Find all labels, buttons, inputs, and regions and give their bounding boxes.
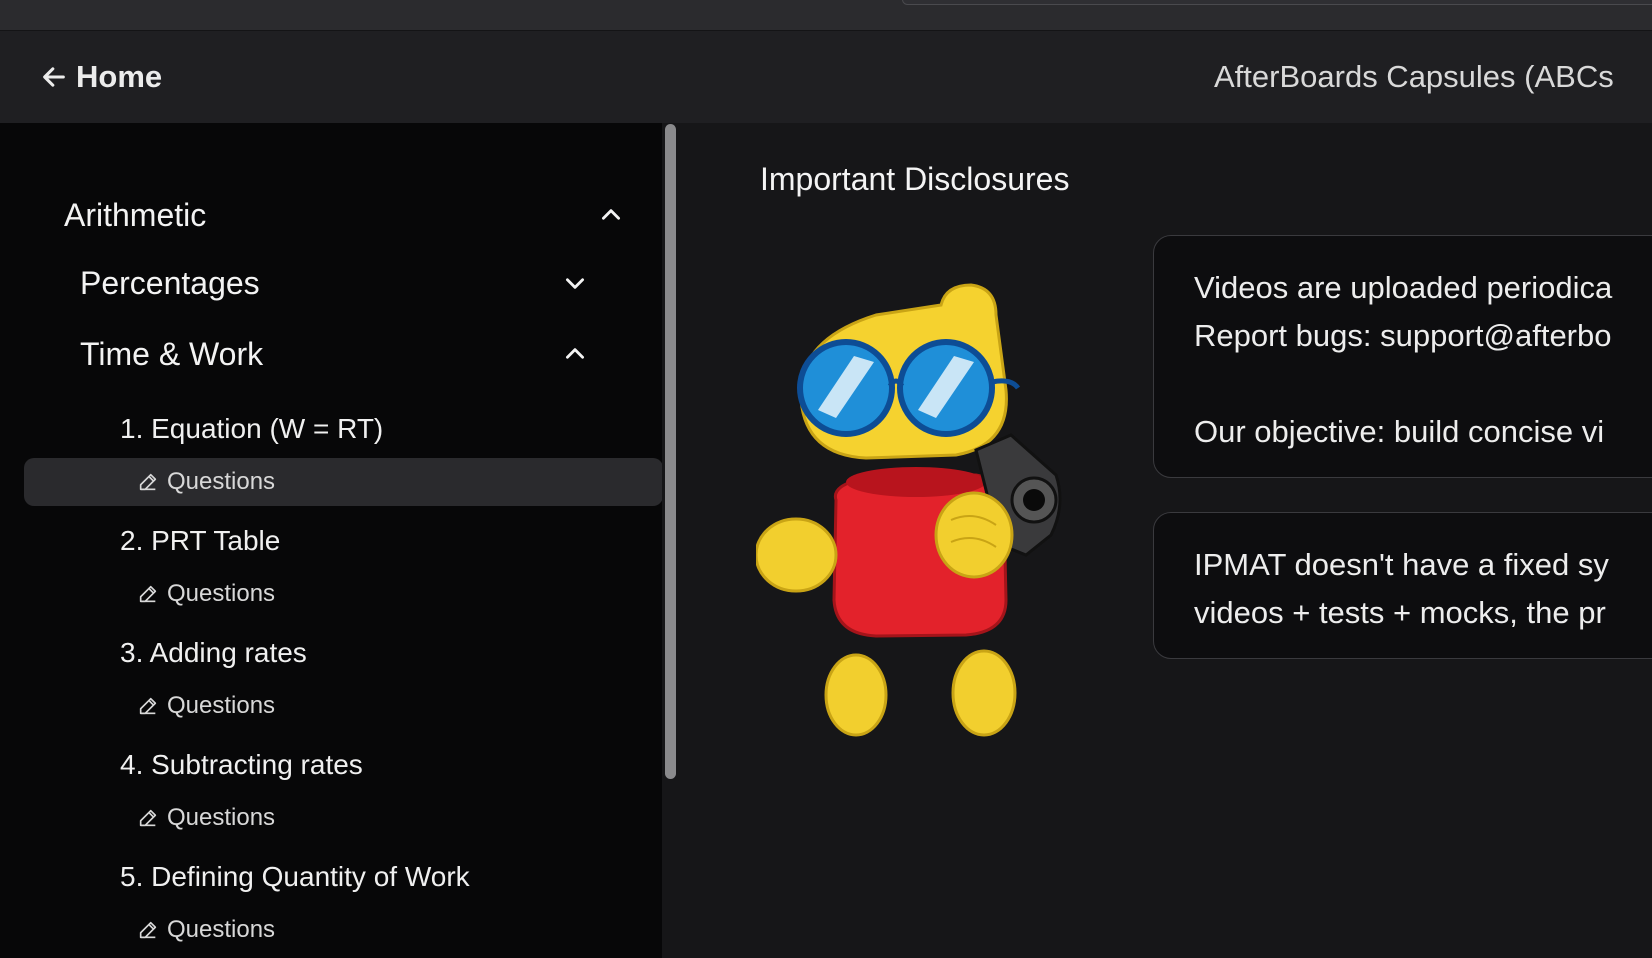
arrow-left-icon — [43, 67, 65, 87]
disclosure-card: IPMAT doesn't have a fixed sy videos + t… — [1153, 512, 1652, 659]
disclosure-card: Videos are uploaded periodica Report bug… — [1153, 235, 1652, 478]
subsection-percentages[interactable]: Percentages — [80, 261, 588, 305]
questions-label: Questions — [167, 580, 276, 607]
section-label: Arithmetic — [64, 196, 207, 233]
chevron-up-icon — [602, 209, 620, 220]
browser-top-strip — [0, 0, 1652, 31]
pencil-icon — [139, 473, 157, 491]
lesson-item[interactable]: 1. Equation (W = RT) — [120, 409, 383, 449]
card-line: videos + tests + mocks, the pr — [1194, 595, 1606, 630]
pencil-icon — [139, 697, 157, 715]
lesson-questions-link[interactable]: Questions — [24, 682, 663, 730]
app-header: Home AfterBoards Capsules (ABCs — [0, 31, 1652, 123]
sidebar-scrollbar-thumb[interactable] — [665, 124, 676, 779]
lesson-questions-link[interactable]: Questions — [24, 906, 663, 954]
chevron-up-icon — [566, 348, 584, 359]
lesson-questions-link[interactable]: Questions — [24, 458, 663, 506]
lesson-item[interactable]: 3. Adding rates — [120, 633, 307, 673]
questions-label: Questions — [167, 916, 276, 943]
lesson-questions-link[interactable]: Questions — [24, 570, 663, 618]
home-link[interactable]: Home — [40, 59, 162, 95]
mascot-illustration — [756, 283, 1062, 737]
questions-label: Questions — [167, 692, 276, 719]
card-line: Videos are uploaded periodica — [1194, 270, 1613, 305]
pencil-icon — [139, 585, 157, 603]
pencil-icon — [139, 921, 157, 939]
sidebar: Arithmetic Percentages Time & Work 1. Eq… — [0, 123, 676, 958]
card-spacer — [1194, 360, 1652, 408]
home-label: Home — [76, 59, 163, 94]
course-title: AfterBoards Capsules (ABCs — [1214, 59, 1614, 94]
subsection-label: Percentages — [80, 264, 260, 301]
card-line: IPMAT doesn't have a fixed sy — [1194, 547, 1609, 582]
card-line: Our objective: build concise vi — [1194, 414, 1605, 449]
lesson-item[interactable]: 2. PRT Table — [120, 521, 280, 561]
card-line: Report bugs: support@afterbo — [1194, 318, 1612, 353]
address-bar-edge[interactable] — [902, 0, 1652, 5]
subsection-time-work[interactable]: Time & Work — [80, 332, 588, 376]
questions-label: Questions — [167, 468, 276, 495]
subsection-label: Time & Work — [80, 335, 264, 372]
lesson-item[interactable]: 5. Defining Quantity of Work — [120, 857, 470, 897]
questions-label: Questions — [167, 804, 276, 831]
section-arithmetic[interactable]: Arithmetic — [64, 193, 624, 237]
pencil-icon — [139, 809, 157, 827]
chevron-down-icon — [566, 278, 584, 289]
lesson-questions-link[interactable]: Questions — [24, 794, 663, 842]
lesson-item[interactable]: 4. Subtracting rates — [120, 745, 363, 785]
page-title: Important Disclosures — [760, 161, 1070, 197]
